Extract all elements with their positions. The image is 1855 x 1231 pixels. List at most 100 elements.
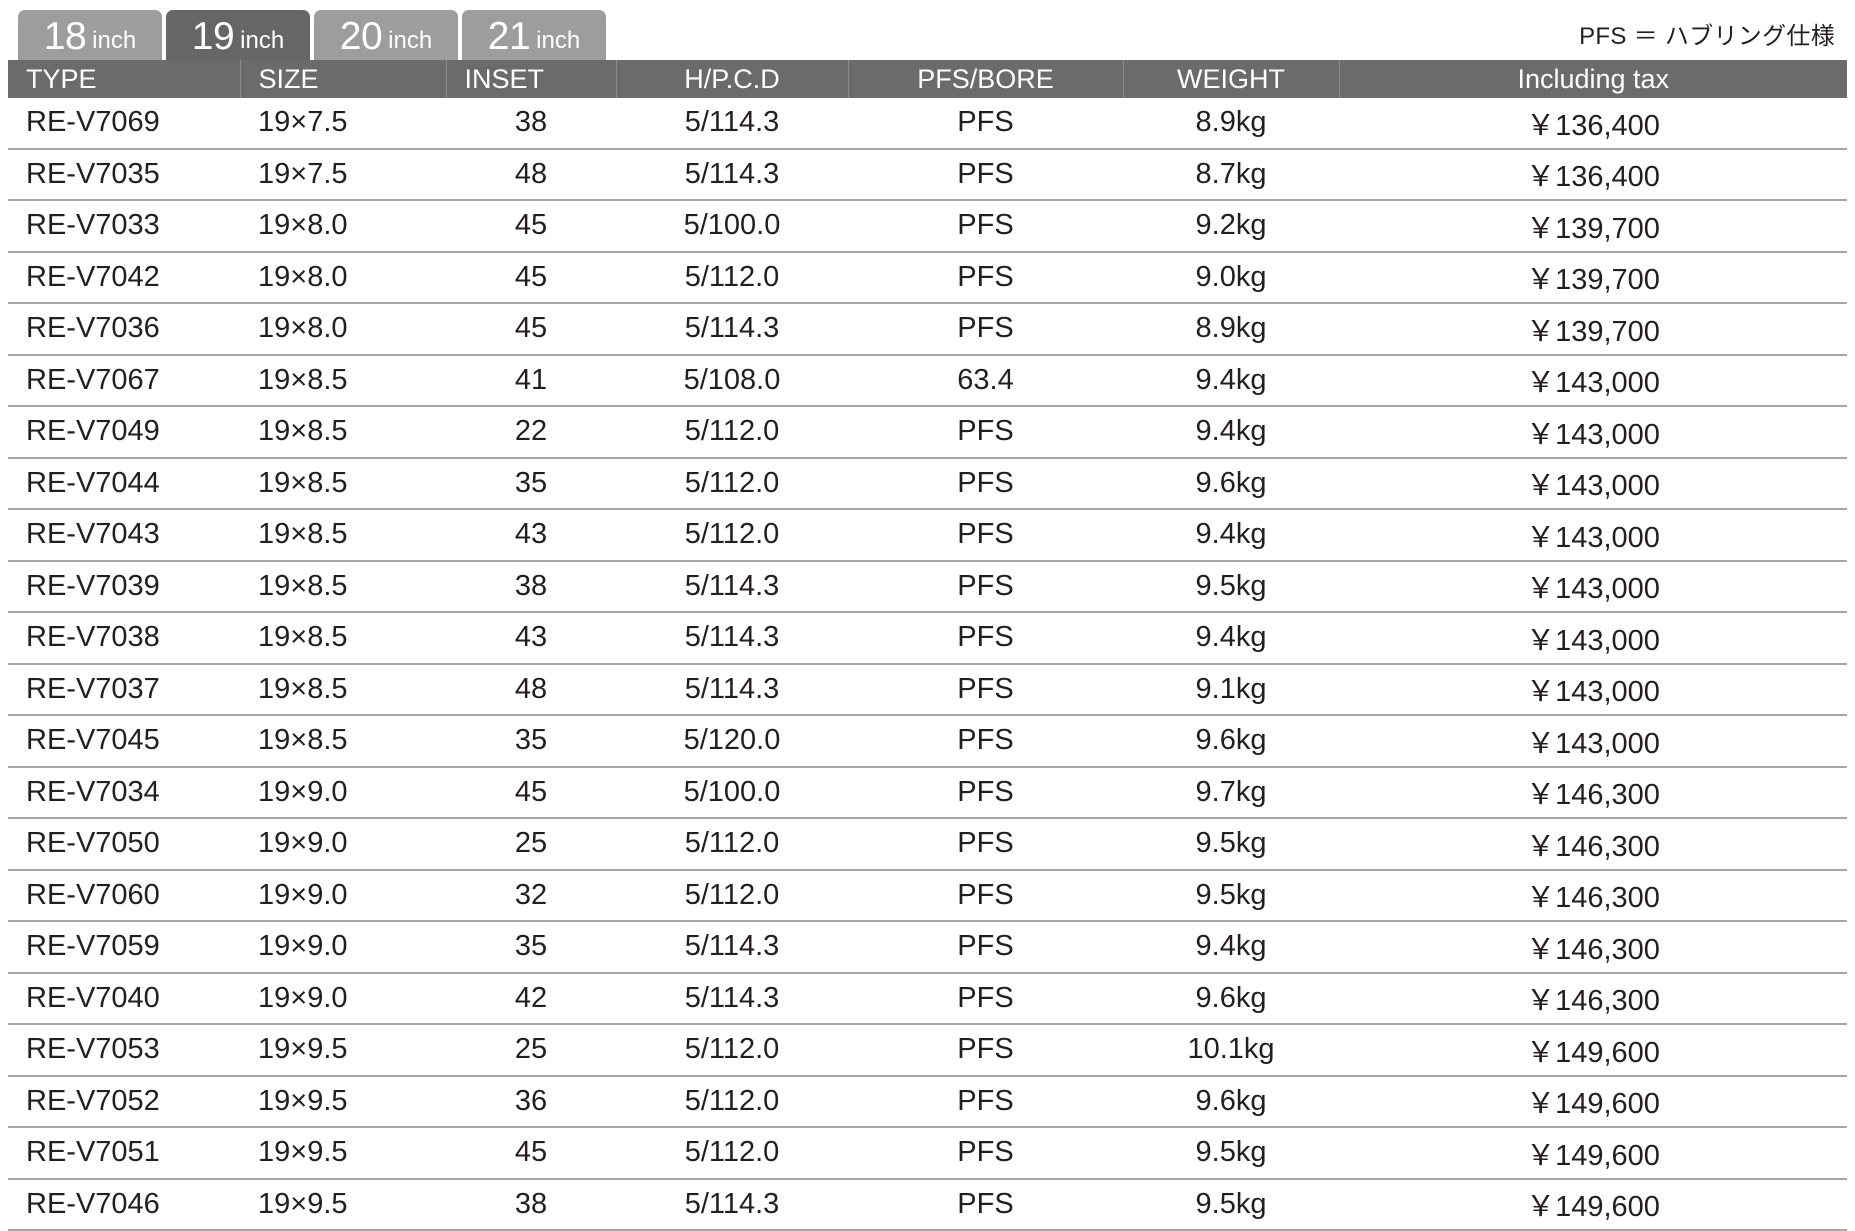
tab-19-inch[interactable]: 19 inch: [166, 10, 310, 66]
cell-weight: 9.6kg: [1123, 457, 1339, 510]
table-row[interactable]: RE-V7040 19×9.0 42 5/114.3 PFS 9.6kg ￥146,300: [8, 972, 1847, 1025]
cell-pfs-bore: PFS: [848, 406, 1123, 459]
table-row[interactable]: RE-V7038 19×8.5 43 5/114.3 PFS 9.4kg ￥143,000: [8, 612, 1847, 665]
cell-pfs-bore: PFS: [848, 1127, 1123, 1180]
cell-type: RE-V7052: [8, 1075, 240, 1128]
cell-size: 19×9.5: [240, 1127, 446, 1180]
cell-type: RE-V7049: [8, 406, 240, 459]
table-row[interactable]: RE-V7036 19×8.0 45 5/114.3 PFS 8.9kg ￥139,700: [8, 303, 1847, 356]
tab-20-inch[interactable]: 20 inch: [314, 10, 458, 66]
table-row[interactable]: RE-V7035 19×7.5 48 5/114.3 PFS 8.7kg ￥136,400: [8, 148, 1847, 201]
cell-inset: 45: [446, 766, 616, 819]
cell-weight: 9.4kg: [1123, 354, 1339, 407]
cell-price: ￥139,700: [1339, 303, 1847, 356]
cell-price: ￥136,400: [1339, 148, 1847, 201]
tab-18-inch[interactable]: 18 inch: [18, 10, 162, 66]
cell-hpcd: 5/114.3: [616, 921, 848, 974]
cell-inset: 43: [446, 612, 616, 665]
cell-size: 19×9.0: [240, 818, 446, 871]
cell-type: RE-V7044: [8, 457, 240, 510]
cell-type: RE-V7045: [8, 715, 240, 768]
spec-table-wrapper: TYPE SIZE INSET H/P.C.D PFS/BORE WEIGHT …: [8, 60, 1847, 1231]
table-row[interactable]: RE-V7033 19×8.0 45 5/100.0 PFS 9.2kg ￥139,700: [8, 200, 1847, 253]
cell-size: 19×8.5: [240, 663, 446, 716]
table-row[interactable]: RE-V7034 19×9.0 45 5/100.0 PFS 9.7kg ￥146,300: [8, 766, 1847, 819]
cell-type: RE-V7050: [8, 818, 240, 871]
cell-pfs-bore: PFS: [848, 612, 1123, 665]
table-row[interactable]: RE-V7067 19×8.5 41 5/108.0 63.4 9.4kg ￥143,000: [8, 354, 1847, 407]
table-row[interactable]: RE-V7059 19×9.0 35 5/114.3 PFS 9.4kg ￥146,300: [8, 921, 1847, 974]
cell-inset: 45: [446, 303, 616, 356]
column-header-inset: INSET: [446, 60, 617, 98]
cell-inset: 35: [446, 921, 616, 974]
cell-size: 19×9.5: [240, 1075, 446, 1128]
cell-inset: 35: [446, 457, 616, 510]
cell-inset: 25: [446, 1024, 616, 1077]
cell-price: ￥149,600: [1339, 1178, 1847, 1231]
tab-size-number: 19: [191, 14, 235, 58]
cell-weight: 9.5kg: [1123, 560, 1339, 613]
cell-type: RE-V7042: [8, 251, 240, 304]
cell-hpcd: 5/112.0: [616, 251, 848, 304]
cell-inset: 38: [446, 98, 616, 150]
column-header-weight: WEIGHT: [1123, 60, 1340, 98]
table-row[interactable]: RE-V7060 19×9.0 32 5/112.0 PFS 9.5kg ￥146,300: [8, 869, 1847, 922]
cell-hpcd: 5/112.0: [616, 1075, 848, 1128]
table-row[interactable]: RE-V7039 19×8.5 38 5/114.3 PFS 9.5kg ￥143,000: [8, 560, 1847, 613]
cell-hpcd: 5/112.0: [616, 1024, 848, 1077]
cell-hpcd: 5/114.3: [616, 560, 848, 613]
cell-weight: 9.4kg: [1123, 509, 1339, 562]
cell-price: ￥149,600: [1339, 1024, 1847, 1077]
cell-hpcd: 5/114.3: [616, 663, 848, 716]
cell-pfs-bore: PFS: [848, 972, 1123, 1025]
cell-weight: 9.6kg: [1123, 715, 1339, 768]
pfs-legend-note: PFS ＝ ハブリング仕様: [1579, 23, 1835, 50]
cell-price: ￥146,300: [1339, 818, 1847, 871]
cell-pfs-bore: PFS: [848, 457, 1123, 510]
table-row[interactable]: RE-V7069 19×7.5 38 5/114.3 PFS 8.9kg ￥136,400: [8, 98, 1847, 150]
cell-type: RE-V7034: [8, 766, 240, 819]
cell-type: RE-V7040: [8, 972, 240, 1025]
table-row[interactable]: RE-V7037 19×8.5 48 5/114.3 PFS 9.1kg ￥143,000: [8, 663, 1847, 716]
cell-weight: 8.9kg: [1123, 303, 1339, 356]
cell-type: RE-V7053: [8, 1024, 240, 1077]
cell-size: 19×7.5: [240, 148, 446, 201]
column-header-size: SIZE: [240, 60, 447, 98]
table-row[interactable]: RE-V7052 19×9.5 36 5/112.0 PFS 9.6kg ￥149,600: [8, 1075, 1847, 1128]
table-row[interactable]: RE-V7051 19×9.5 45 5/112.0 PFS 9.5kg ￥149,600: [8, 1127, 1847, 1180]
cell-price: ￥149,600: [1339, 1075, 1847, 1128]
cell-size: 19×9.0: [240, 869, 446, 922]
cell-price: ￥149,600: [1339, 1127, 1847, 1180]
table-row[interactable]: RE-V7044 19×8.5 35 5/112.0 PFS 9.6kg ￥143,000: [8, 457, 1847, 510]
cell-size: 19×8.0: [240, 303, 446, 356]
cell-weight: 9.7kg: [1123, 766, 1339, 819]
table-row[interactable]: RE-V7049 19×8.5 22 5/112.0 PFS 9.4kg ￥143,000: [8, 406, 1847, 459]
cell-weight: 9.6kg: [1123, 1075, 1339, 1128]
cell-price: ￥143,000: [1339, 612, 1847, 665]
tab-21-inch[interactable]: 21 inch: [462, 10, 606, 66]
cell-type: RE-V7060: [8, 869, 240, 922]
cell-weight: 9.5kg: [1123, 818, 1339, 871]
tab-size-number: 20: [339, 14, 383, 58]
cell-pfs-bore: PFS: [848, 869, 1123, 922]
table-row[interactable]: RE-V7046 19×9.5 38 5/114.3 PFS 9.5kg ￥149,600: [8, 1178, 1847, 1231]
table-row[interactable]: RE-V7045 19×8.5 35 5/120.0 PFS 9.6kg ￥143,000: [8, 715, 1847, 768]
cell-size: 19×8.5: [240, 560, 446, 613]
table-row[interactable]: RE-V7050 19×9.0 25 5/112.0 PFS 9.5kg ￥146,300: [8, 818, 1847, 871]
cell-inset: 38: [446, 560, 616, 613]
cell-hpcd: 5/114.3: [616, 303, 848, 356]
cell-pfs-bore: PFS: [848, 560, 1123, 613]
table-row[interactable]: RE-V7043 19×8.5 43 5/112.0 PFS 9.4kg ￥143,000: [8, 509, 1847, 562]
cell-type: RE-V7067: [8, 354, 240, 407]
column-header-hpcd: H/P.C.D: [616, 60, 849, 98]
table-row[interactable]: RE-V7053 19×9.5 25 5/112.0 PFS 10.1kg ￥149,600: [8, 1024, 1847, 1077]
cell-size: 19×8.5: [240, 509, 446, 562]
table-row[interactable]: RE-V7042 19×8.0 45 5/112.0 PFS 9.0kg ￥139,700: [8, 251, 1847, 304]
cell-price: ￥146,300: [1339, 972, 1847, 1025]
cell-size: 19×9.0: [240, 766, 446, 819]
cell-inset: 35: [446, 715, 616, 768]
table-body: RE-V7069 19×7.5 38 5/114.3 PFS 8.9kg ￥136,400 R…: [8, 98, 1847, 1231]
cell-type: RE-V7069: [8, 98, 240, 150]
cell-inset: 43: [446, 509, 616, 562]
cell-size: 19×8.5: [240, 612, 446, 665]
